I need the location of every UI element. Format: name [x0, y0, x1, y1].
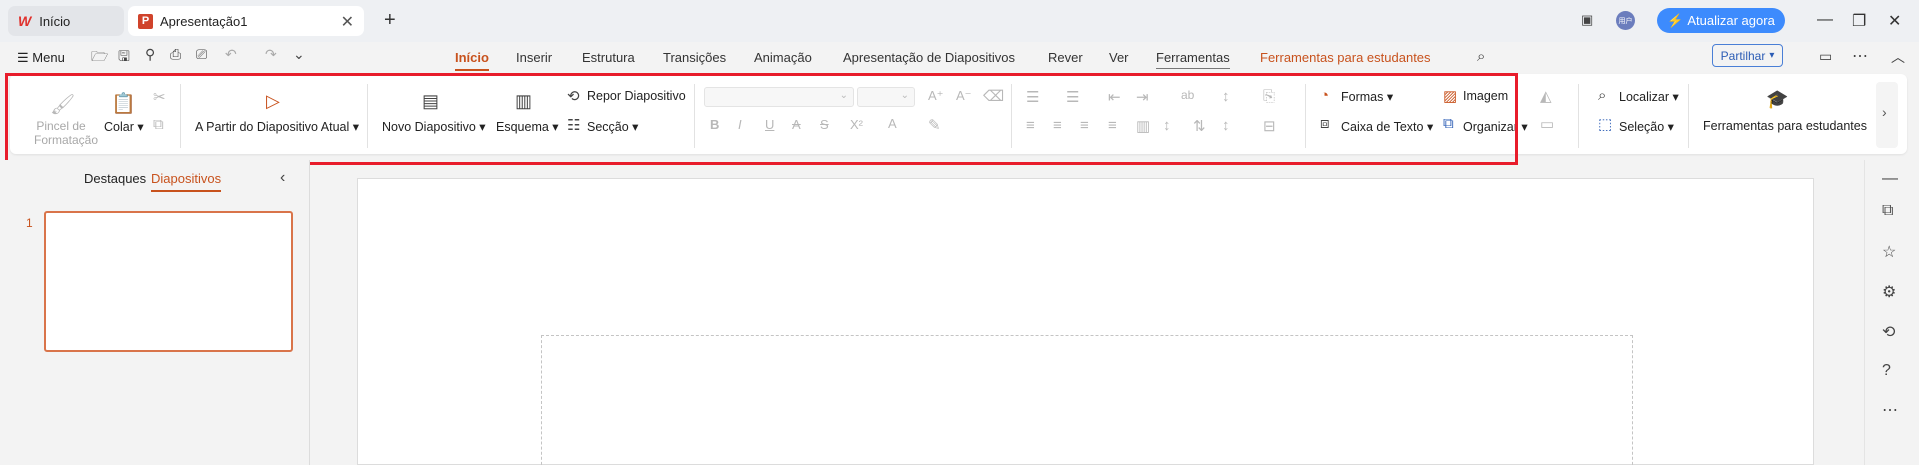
tab-ver[interactable]: Ver [1109, 50, 1129, 65]
select-label: Seleção [1619, 120, 1665, 134]
select-icon: ⬚ [1598, 116, 1613, 133]
tab-home[interactable]: W Início [8, 6, 124, 36]
outline-icon[interactable]: ▭ [1540, 115, 1554, 133]
title-placeholder[interactable] [541, 335, 1633, 465]
avatar[interactable]: 用户 [1616, 11, 1635, 30]
close-tab-icon[interactable]: ✕ [341, 12, 354, 32]
history-icon[interactable]: ⟲ [1882, 322, 1895, 342]
slide-transition-icon[interactable]: ⧉ [1882, 202, 1893, 220]
lightning-icon: ⚡ [1667, 12, 1684, 28]
presentation-icon: P [138, 13, 153, 29]
wps-logo-icon: W [18, 13, 32, 29]
divider [1688, 84, 1689, 148]
settings-sliders-icon[interactable]: ⚙ [1882, 282, 1896, 302]
tab-home-label: Início [39, 13, 71, 29]
save-icon[interactable]: 🖫 [118, 46, 130, 70]
tab-inicio[interactable]: Início [455, 50, 489, 71]
upgrade-label: Atualizar agora [1687, 13, 1775, 28]
right-sidebar: — ⧉ ☆ ⚙ ⟲ ? ⋯ [1864, 160, 1919, 465]
share-button[interactable]: Partilhar ▾ [1712, 44, 1783, 67]
menu-button[interactable]: ☰ Menu [17, 50, 65, 66]
format-painter-quick-icon[interactable]: ⚲ [145, 46, 155, 63]
close-window-icon[interactable]: ✕ [1888, 11, 1901, 31]
tab-ferramentas[interactable]: Ferramentas [1156, 50, 1230, 69]
hamburger-icon: ☰ [17, 50, 33, 65]
slide-panel: Destaques Diapositivos ‹ 1 [0, 160, 310, 465]
highlight-box [5, 73, 1518, 165]
restore-icon[interactable]: ❐ [1852, 11, 1866, 31]
menu-label: Menu [32, 50, 65, 65]
find-button[interactable]: Localizar ▾ [1619, 89, 1679, 104]
graduation-cap-icon: 🎓 [1766, 89, 1789, 109]
tab-transicoes[interactable]: Transições [663, 50, 726, 65]
redo-icon[interactable]: ↷ [265, 46, 277, 63]
menu-bar: ☰ Menu Início Inserir Estrutura Transiçõ… [0, 42, 1919, 76]
add-tab-icon[interactable]: + [384, 9, 396, 32]
undo-icon[interactable]: ↶ [225, 46, 237, 63]
search-icon[interactable]: ⌕ [1477, 48, 1485, 65]
ribbon-scroll-right[interactable]: › [1876, 82, 1898, 148]
share-label: Partilhar [1720, 48, 1766, 63]
minimize-pane-icon[interactable]: — [1882, 170, 1898, 188]
tab-overview-icon[interactable]: ▣ [1581, 12, 1593, 28]
student-tools-button[interactable]: Ferramentas para estudantes [1703, 119, 1867, 133]
collapse-panel-icon[interactable]: ‹ [280, 169, 285, 187]
open-folder-icon[interactable]: 🗁 [91, 46, 108, 70]
tab-slides[interactable]: Diapositivos [151, 171, 222, 192]
find-icon: ⌕ [1598, 87, 1607, 104]
collapse-ribbon-icon[interactable]: ︿ [1891, 47, 1905, 67]
title-bar: W Início P Apresentação1 ✕ + ▣ 用户 ⚡ Atua… [0, 0, 1919, 42]
comment-icon[interactable]: ▭ [1819, 48, 1832, 65]
more-icon[interactable]: ⋯ [1852, 46, 1868, 66]
select-button[interactable]: Seleção ▾ [1619, 119, 1674, 134]
tab-inserir[interactable]: Inserir [516, 50, 552, 65]
chevron-right-icon: › [1882, 104, 1887, 120]
minimize-icon[interactable]: — [1817, 11, 1833, 29]
tab-animacao[interactable]: Animação [754, 50, 812, 65]
tab-outline[interactable]: Destaques [84, 171, 146, 186]
star-icon[interactable]: ☆ [1882, 242, 1896, 262]
fill-icon[interactable]: ◭ [1540, 87, 1552, 105]
print-icon[interactable]: ⎙ [170, 46, 181, 63]
customize-toolbar-icon[interactable]: ⌄ [293, 46, 305, 63]
tab-document-label: Apresentação1 [160, 13, 248, 29]
find-label: Localizar [1619, 90, 1670, 104]
slide-thumbnail[interactable] [44, 211, 293, 352]
chevron-down-icon: ▾ [1769, 50, 1775, 61]
tab-apresentacao[interactable]: Apresentação de Diapositivos [843, 50, 1015, 65]
tab-ferramentas-estudantes[interactable]: Ferramentas para estudantes [1260, 50, 1431, 65]
slide-number: 1 [26, 216, 33, 230]
tab-rever[interactable]: Rever [1048, 50, 1083, 65]
upgrade-button[interactable]: ⚡ Atualizar agora [1657, 8, 1785, 33]
print-preview-icon[interactable]: ⎚ [196, 46, 207, 63]
tab-document[interactable]: P Apresentação1 ✕ [128, 6, 364, 36]
divider [1578, 84, 1579, 148]
help-icon[interactable]: ? [1882, 362, 1891, 380]
slide-canvas[interactable] [357, 178, 1814, 465]
more-options-icon[interactable]: ⋯ [1882, 400, 1898, 420]
tab-estrutura[interactable]: Estrutura [582, 50, 635, 65]
